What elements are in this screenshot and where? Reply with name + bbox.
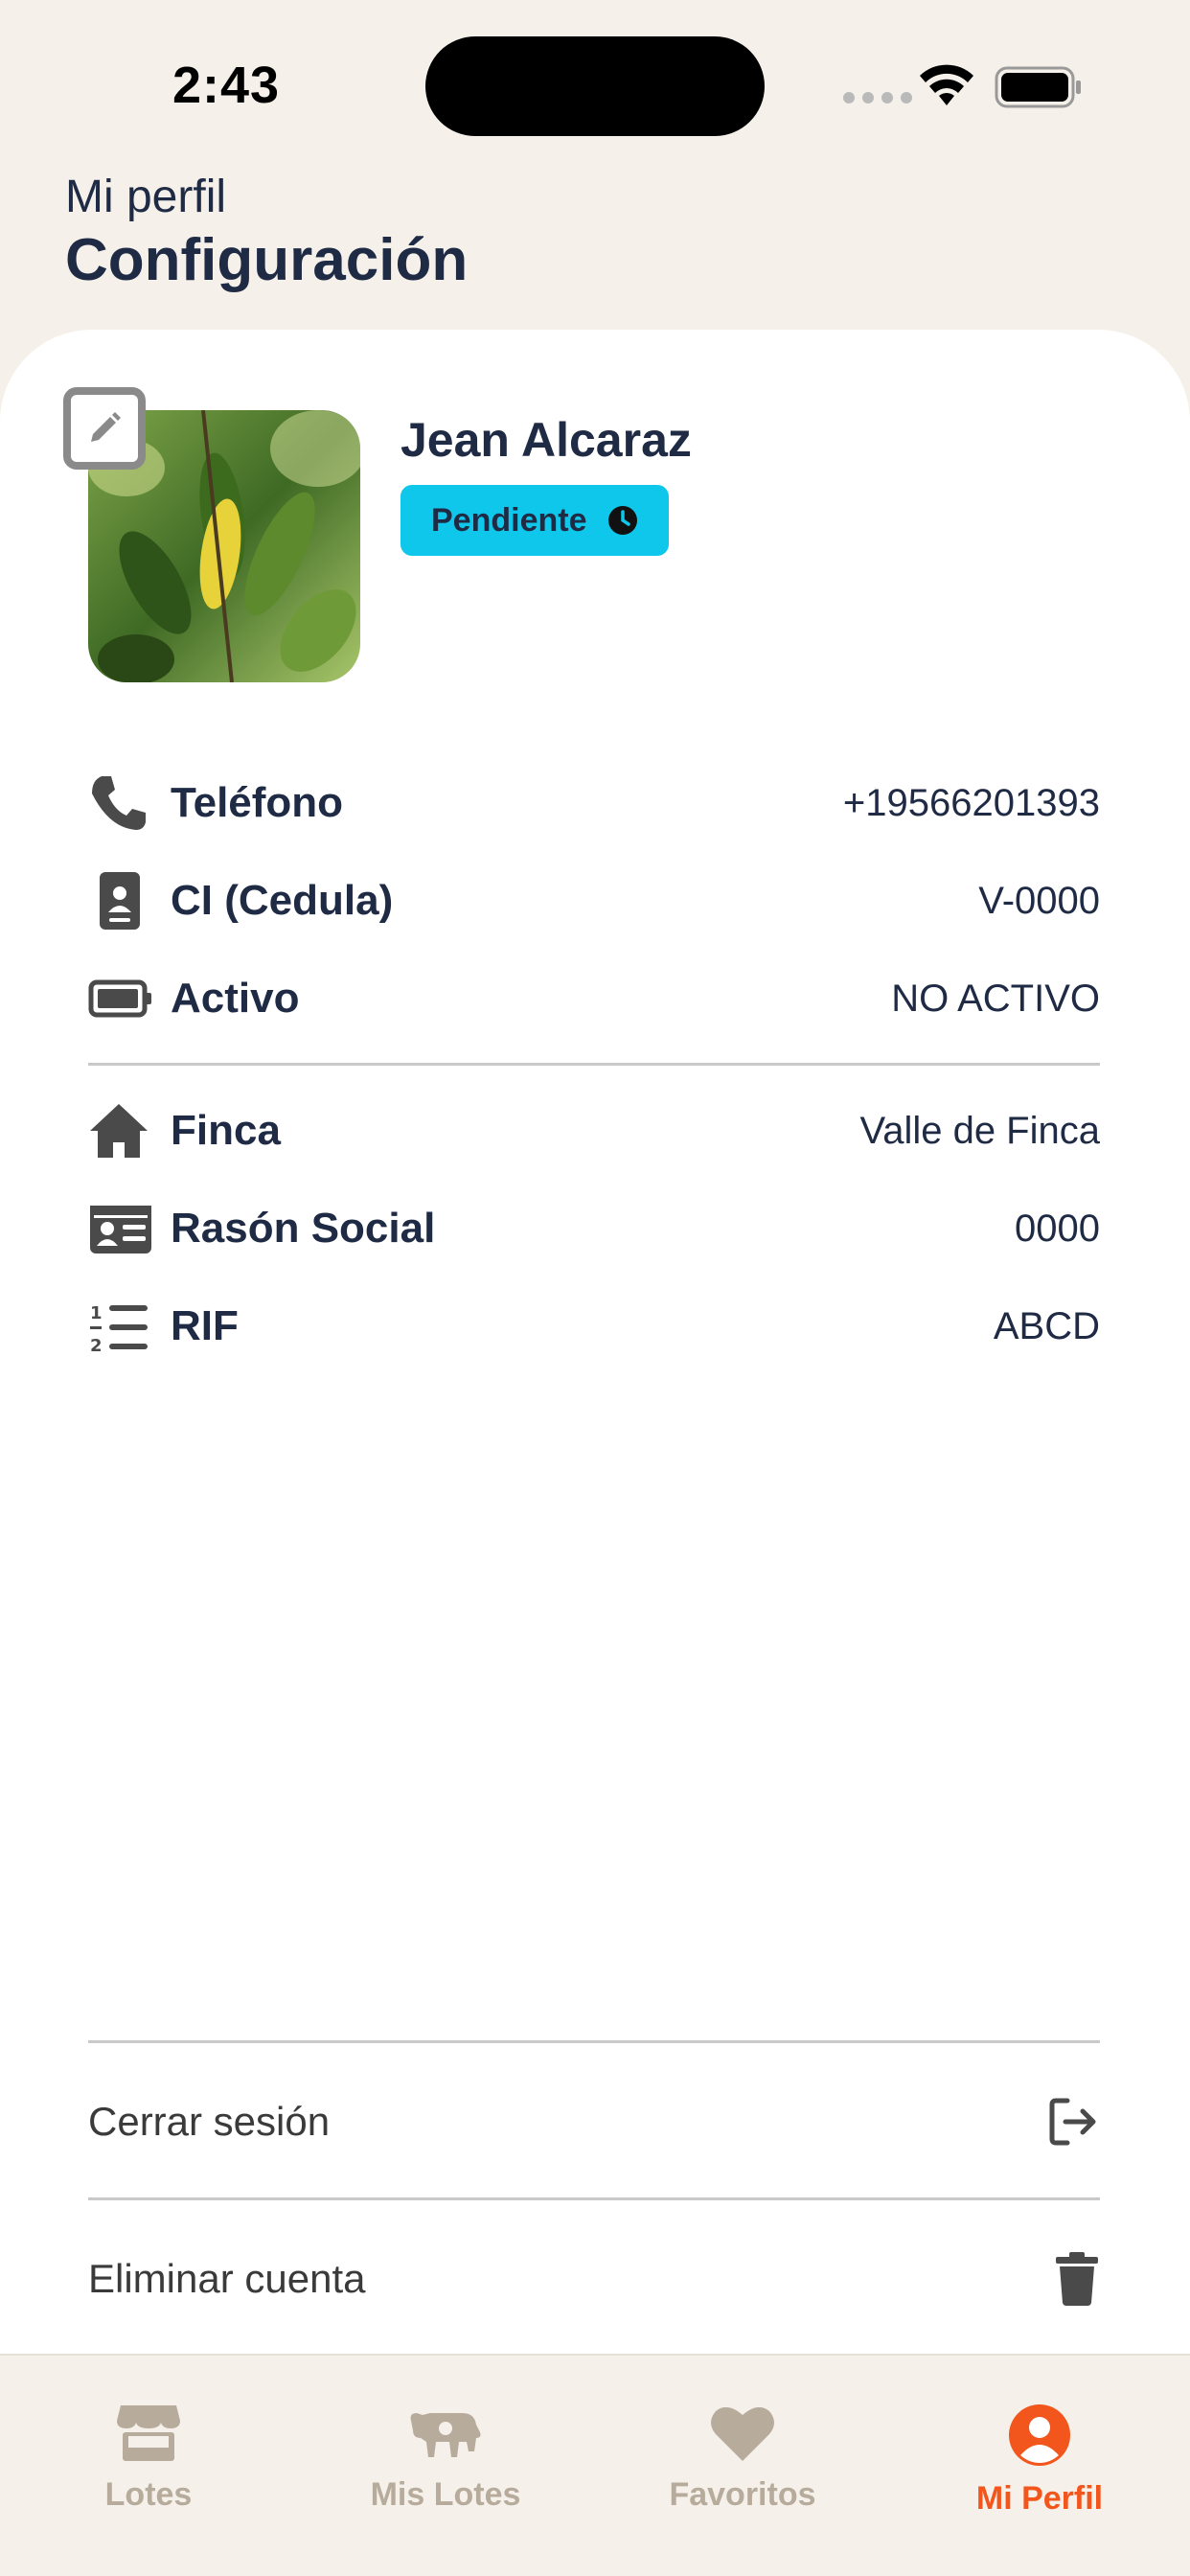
clock-icon (608, 506, 638, 535)
edit-photo-button[interactable] (63, 387, 146, 470)
user-circle-icon (1009, 2404, 1070, 2466)
dynamic-island (425, 36, 765, 136)
status-time: 2:43 (172, 57, 281, 114)
actions-divider (88, 2040, 1100, 2043)
info-label: CI (Cedula) (171, 877, 394, 924)
info-label: Finca (171, 1107, 281, 1154)
actions-divider (88, 2197, 1100, 2200)
id-card-icon (88, 1196, 153, 1261)
logout-button[interactable]: Cerrar sesión (88, 2074, 1100, 2170)
info-row-rif: 12 RIF ABCD (88, 1288, 1100, 1365)
tab-mi-perfil[interactable]: Mi Perfil (920, 2404, 1159, 2518)
wifi-icon (920, 64, 973, 105)
numbered-list-icon: 12 (88, 1294, 153, 1359)
info-label: Teléfono (171, 779, 344, 826)
logout-icon (1049, 2098, 1096, 2146)
heart-icon (711, 2406, 774, 2461)
tab-favoritos[interactable]: Favoritos (623, 2404, 862, 2514)
page-title: Configuración (65, 227, 469, 293)
home-icon (88, 1098, 153, 1163)
info-label: Activo (171, 975, 300, 1022)
section-divider (88, 1063, 1100, 1066)
delete-account-label: Eliminar cuenta (88, 2256, 366, 2301)
status-badge-label: Pendiente (431, 501, 587, 539)
tab-label: Lotes (104, 2476, 193, 2513)
info-value: NO ACTIVO (891, 977, 1100, 1020)
info-value: 0000 (1015, 1207, 1100, 1250)
info-value: V-0000 (978, 879, 1100, 922)
info-row-ci: CI (Cedula) V-0000 (88, 862, 1100, 939)
tab-label: Mi Perfil (975, 2480, 1104, 2517)
trash-icon (1056, 2252, 1098, 2306)
info-value: ABCD (993, 1304, 1100, 1347)
page-subtitle: Mi perfil (65, 172, 227, 222)
cellular-signal-icon (843, 92, 912, 104)
info-value: Valle de Finca (859, 1109, 1100, 1152)
phone-icon (88, 770, 153, 836)
id-badge-icon (88, 868, 153, 933)
tab-label: Mis Lotes (370, 2476, 521, 2513)
logout-label: Cerrar sesión (88, 2099, 331, 2144)
battery-icon (88, 966, 153, 1031)
info-row-finca: Finca Valle de Finca (88, 1092, 1100, 1169)
svg-text:2: 2 (90, 1336, 103, 1356)
svg-text:1: 1 (90, 1303, 103, 1323)
tab-lotes[interactable]: Lotes (29, 2404, 268, 2514)
store-icon (117, 2405, 180, 2461)
info-row-razon-social: Rasón Social 0000 (88, 1190, 1100, 1267)
tab-mis-lotes[interactable]: Mis Lotes (326, 2404, 565, 2514)
pencil-icon (91, 412, 121, 442)
tab-label: Favoritos (669, 2476, 816, 2513)
info-value: +19566201393 (842, 781, 1100, 824)
tab-bar: Lotes Mis Lotes Favoritos Mi Perfil (0, 2354, 1190, 2576)
delete-account-button[interactable]: Eliminar cuenta (88, 2231, 1100, 2327)
battery-status-icon (995, 66, 1081, 108)
status-bar: 2:43 (0, 0, 1190, 172)
user-name: Jean Alcaraz (400, 413, 692, 467)
status-badge: Pendiente (400, 485, 670, 556)
info-label: RIF (171, 1302, 239, 1349)
info-label: Rasón Social (171, 1205, 436, 1252)
info-row-active: Activo NO ACTIVO (88, 960, 1100, 1037)
info-row-phone: Teléfono +19566201393 (88, 765, 1100, 841)
cow-icon (410, 2413, 481, 2457)
